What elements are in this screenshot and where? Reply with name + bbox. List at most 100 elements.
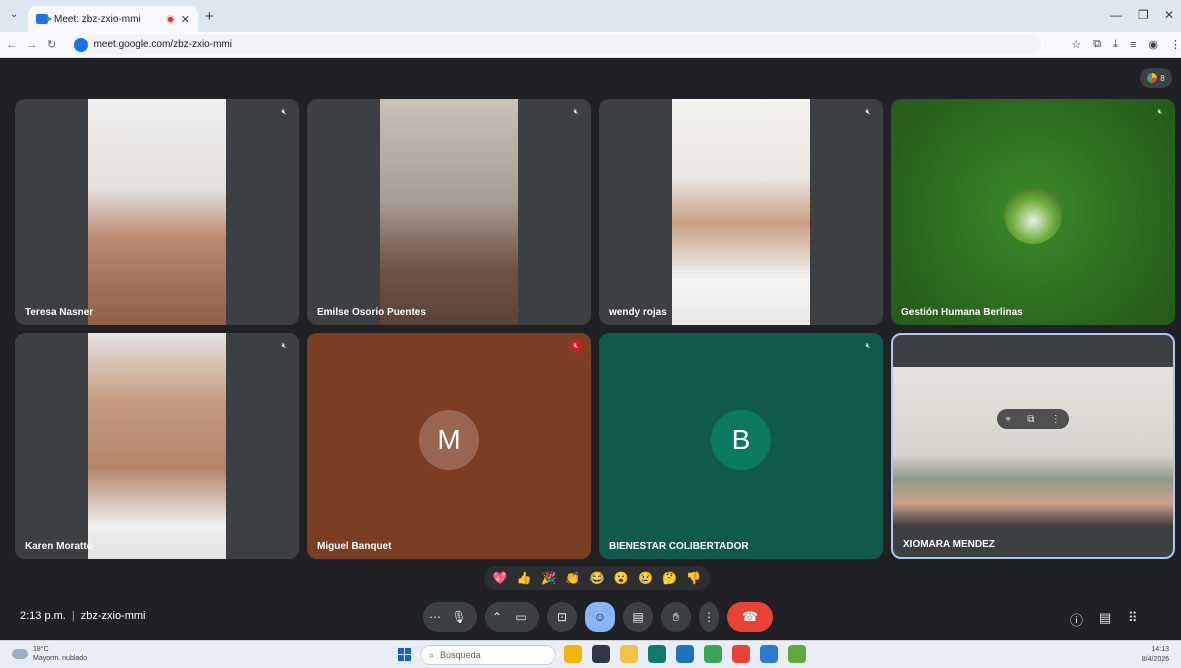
- participant-name: Teresa Nasner: [25, 307, 94, 318]
- cloud-icon: [12, 649, 28, 659]
- app-icon[interactable]: [704, 645, 722, 663]
- divider: |: [71, 610, 75, 622]
- reactions-bar: 💖 👍 🎉 👏 😂 😮 😢 🤔 👎: [484, 566, 710, 590]
- plus-icon[interactable]: +: [205, 8, 214, 25]
- mic-control: ⋯ 🎙︎: [423, 602, 477, 632]
- participant-tile[interactable]: M 🔇︎ Miguel Banquet: [307, 333, 591, 559]
- extensions-icon[interactable]: ⧉: [1093, 38, 1101, 51]
- reaction-party-button[interactable]: 🎉: [541, 571, 556, 585]
- leave-call-button[interactable]: ☎︎: [727, 602, 773, 632]
- menu-dots-icon[interactable]: ⋮: [1170, 38, 1181, 51]
- media-icon[interactable]: ≡: [1130, 39, 1136, 51]
- participant-tile[interactable]: 🔇︎ Emilse Osorio Puentes: [307, 99, 591, 325]
- participant-tile[interactable]: 🔇︎ Teresa Nasner: [15, 99, 299, 325]
- activities-icon[interactable]: ⠿: [1128, 610, 1138, 626]
- raise-hand-icon[interactable]: ✋︎: [661, 602, 691, 632]
- weather-temp: 18°C: [33, 646, 49, 653]
- chrome-icon[interactable]: [732, 645, 750, 663]
- mic-off-icon: 🔇︎: [1157, 107, 1163, 116]
- store-icon[interactable]: [676, 645, 694, 663]
- video-feed: [893, 367, 1173, 527]
- back-icon[interactable]: ←: [4, 39, 20, 51]
- app-icon[interactable]: [788, 645, 806, 663]
- tile-hover-controls: ⌖ ⧉ ⋮: [997, 409, 1069, 429]
- participant-tile[interactable]: B 🔇︎ BIENESTAR COLIBERTADOR: [599, 333, 883, 559]
- video-feed: [672, 99, 810, 325]
- minimize-icon[interactable]: —: [1110, 8, 1122, 22]
- meet-control-bar: 2:13 p.m. | zbz-zxio-mmi ⋯ 🎙︎ ⌃ ▭ ⊡ ☺ ▤ ✋︎…: [0, 598, 1181, 640]
- participant-name: XIOMARA MENDEZ: [903, 539, 995, 550]
- reaction-sad-button[interactable]: 😢: [638, 571, 653, 585]
- weather-widget[interactable]: 18°C Mayorm. nublado: [12, 645, 87, 663]
- meeting-time: 2:13 p.m.: [20, 610, 66, 622]
- participant-name: Karen Moratto: [25, 541, 93, 552]
- participant-tile[interactable]: 🔇︎ Karen Moratto: [15, 333, 299, 559]
- reaction-clap-button[interactable]: 👏: [565, 571, 580, 585]
- captions-icon[interactable]: ▤: [623, 602, 653, 632]
- reload-icon[interactable]: ↻: [44, 38, 60, 51]
- tab-search-icon[interactable]: ⌄: [10, 9, 18, 20]
- pin-icon[interactable]: ⌖: [1005, 414, 1011, 425]
- tab-title: Meet: zbz-zxio-mmi: [54, 13, 141, 25]
- file-explorer-icon[interactable]: [620, 645, 638, 663]
- reaction-heart-button[interactable]: 💖: [493, 571, 508, 585]
- copilot-icon[interactable]: [564, 645, 582, 663]
- close-window-icon[interactable]: ✕: [1164, 8, 1174, 22]
- video-feed: [88, 333, 226, 559]
- url-text: meet.google.com/zbz-zxio-mmi: [93, 39, 232, 50]
- reaction-thumbs-down-button[interactable]: 👎: [686, 571, 701, 585]
- url-field[interactable]: meet.google.com/zbz-zxio-mmi: [69, 34, 1042, 55]
- forward-icon[interactable]: →: [24, 39, 40, 51]
- close-tab-icon[interactable]: ✕: [181, 13, 190, 26]
- reaction-surprised-button[interactable]: 😮: [614, 571, 629, 585]
- search-icon: ⌕: [429, 649, 435, 660]
- mic-options-icon[interactable]: ⋯: [423, 610, 447, 624]
- avatar: B: [711, 410, 771, 470]
- site-info-icon[interactable]: [73, 37, 88, 52]
- meeting-details-icon[interactable]: ⓘ: [1070, 610, 1083, 629]
- download-icon[interactable]: ⤓: [1113, 38, 1118, 51]
- participant-name: wendy rojas: [609, 307, 667, 318]
- mic-off-icon: 🔇︎: [865, 107, 871, 116]
- call-controls: ⋯ 🎙︎ ⌃ ▭ ⊡ ☺ ▤ ✋︎ ⋮ ☎︎: [423, 602, 773, 632]
- camera-options-icon[interactable]: ⌃: [485, 610, 509, 624]
- company-logo: [1004, 186, 1062, 244]
- more-options-icon[interactable]: ⋮: [699, 602, 719, 632]
- pip-icon[interactable]: ⧉: [1027, 414, 1034, 425]
- clock-time: 14:13: [1151, 646, 1169, 653]
- participant-tile[interactable]: 🔇︎ Gestión Humana Berlinas: [891, 99, 1175, 325]
- app-icon[interactable]: [760, 645, 778, 663]
- bookmark-star-icon[interactable]: ☆: [1071, 38, 1081, 51]
- windows-start-icon[interactable]: [398, 648, 411, 661]
- system-clock[interactable]: 14:13 8/4/2026: [1142, 645, 1169, 665]
- browser-tab-meet[interactable]: Meet: zbz-zxio-mmi ✕: [28, 6, 198, 32]
- edge-icon[interactable]: [648, 645, 666, 663]
- video-feed: [88, 99, 226, 325]
- emoji-reactions-icon[interactable]: ☺: [585, 602, 615, 632]
- mic-off-icon: 🔇︎: [865, 341, 871, 350]
- participant-count: 8: [1160, 73, 1165, 83]
- mic-icon[interactable]: 🎙︎: [447, 610, 471, 624]
- mic-off-icon: 🔇︎: [569, 339, 583, 353]
- taskbar-search[interactable]: ⌕ Búsqueda: [420, 645, 556, 665]
- os-taskbar: 18°C Mayorm. nublado ⌕ Búsqueda 14:13 8/…: [0, 640, 1181, 668]
- chat-icon[interactable]: ▤: [1099, 610, 1111, 626]
- present-screen-icon[interactable]: ⊡: [547, 602, 577, 632]
- browser-tab-strip: ⌄ Meet: zbz-zxio-mmi ✕ + — ❐ ✕: [0, 0, 1181, 32]
- mic-off-icon: 🔇︎: [573, 107, 579, 116]
- address-bar-row: ← → ↻ meet.google.com/zbz-zxio-mmi ☆ ⧉ ⤓…: [0, 32, 1181, 58]
- reaction-thinking-button[interactable]: 🤔: [662, 571, 677, 585]
- participant-tile-self[interactable]: ⌖ ⧉ ⋮ XIOMARA MENDEZ: [891, 333, 1175, 559]
- reaction-laugh-button[interactable]: 😂: [590, 571, 605, 585]
- profile-icon[interactable]: ◉: [1148, 38, 1158, 51]
- mic-off-icon: 🔇︎: [281, 107, 287, 116]
- reaction-thumbs-up-button[interactable]: 👍: [517, 571, 532, 585]
- task-view-icon[interactable]: [592, 645, 610, 663]
- restore-icon[interactable]: ❐: [1138, 8, 1149, 22]
- tile-more-icon[interactable]: ⋮: [1051, 414, 1061, 425]
- meet-stage: 8 🔇︎ Teresa Nasner 🔇︎ Emilse Osorio Puen…: [0, 58, 1181, 640]
- participant-counter[interactable]: 8: [1140, 68, 1172, 88]
- camera-icon[interactable]: ▭: [509, 610, 533, 624]
- participants-icon: [1147, 73, 1158, 83]
- participant-tile[interactable]: 🔇︎ wendy rojas: [599, 99, 883, 325]
